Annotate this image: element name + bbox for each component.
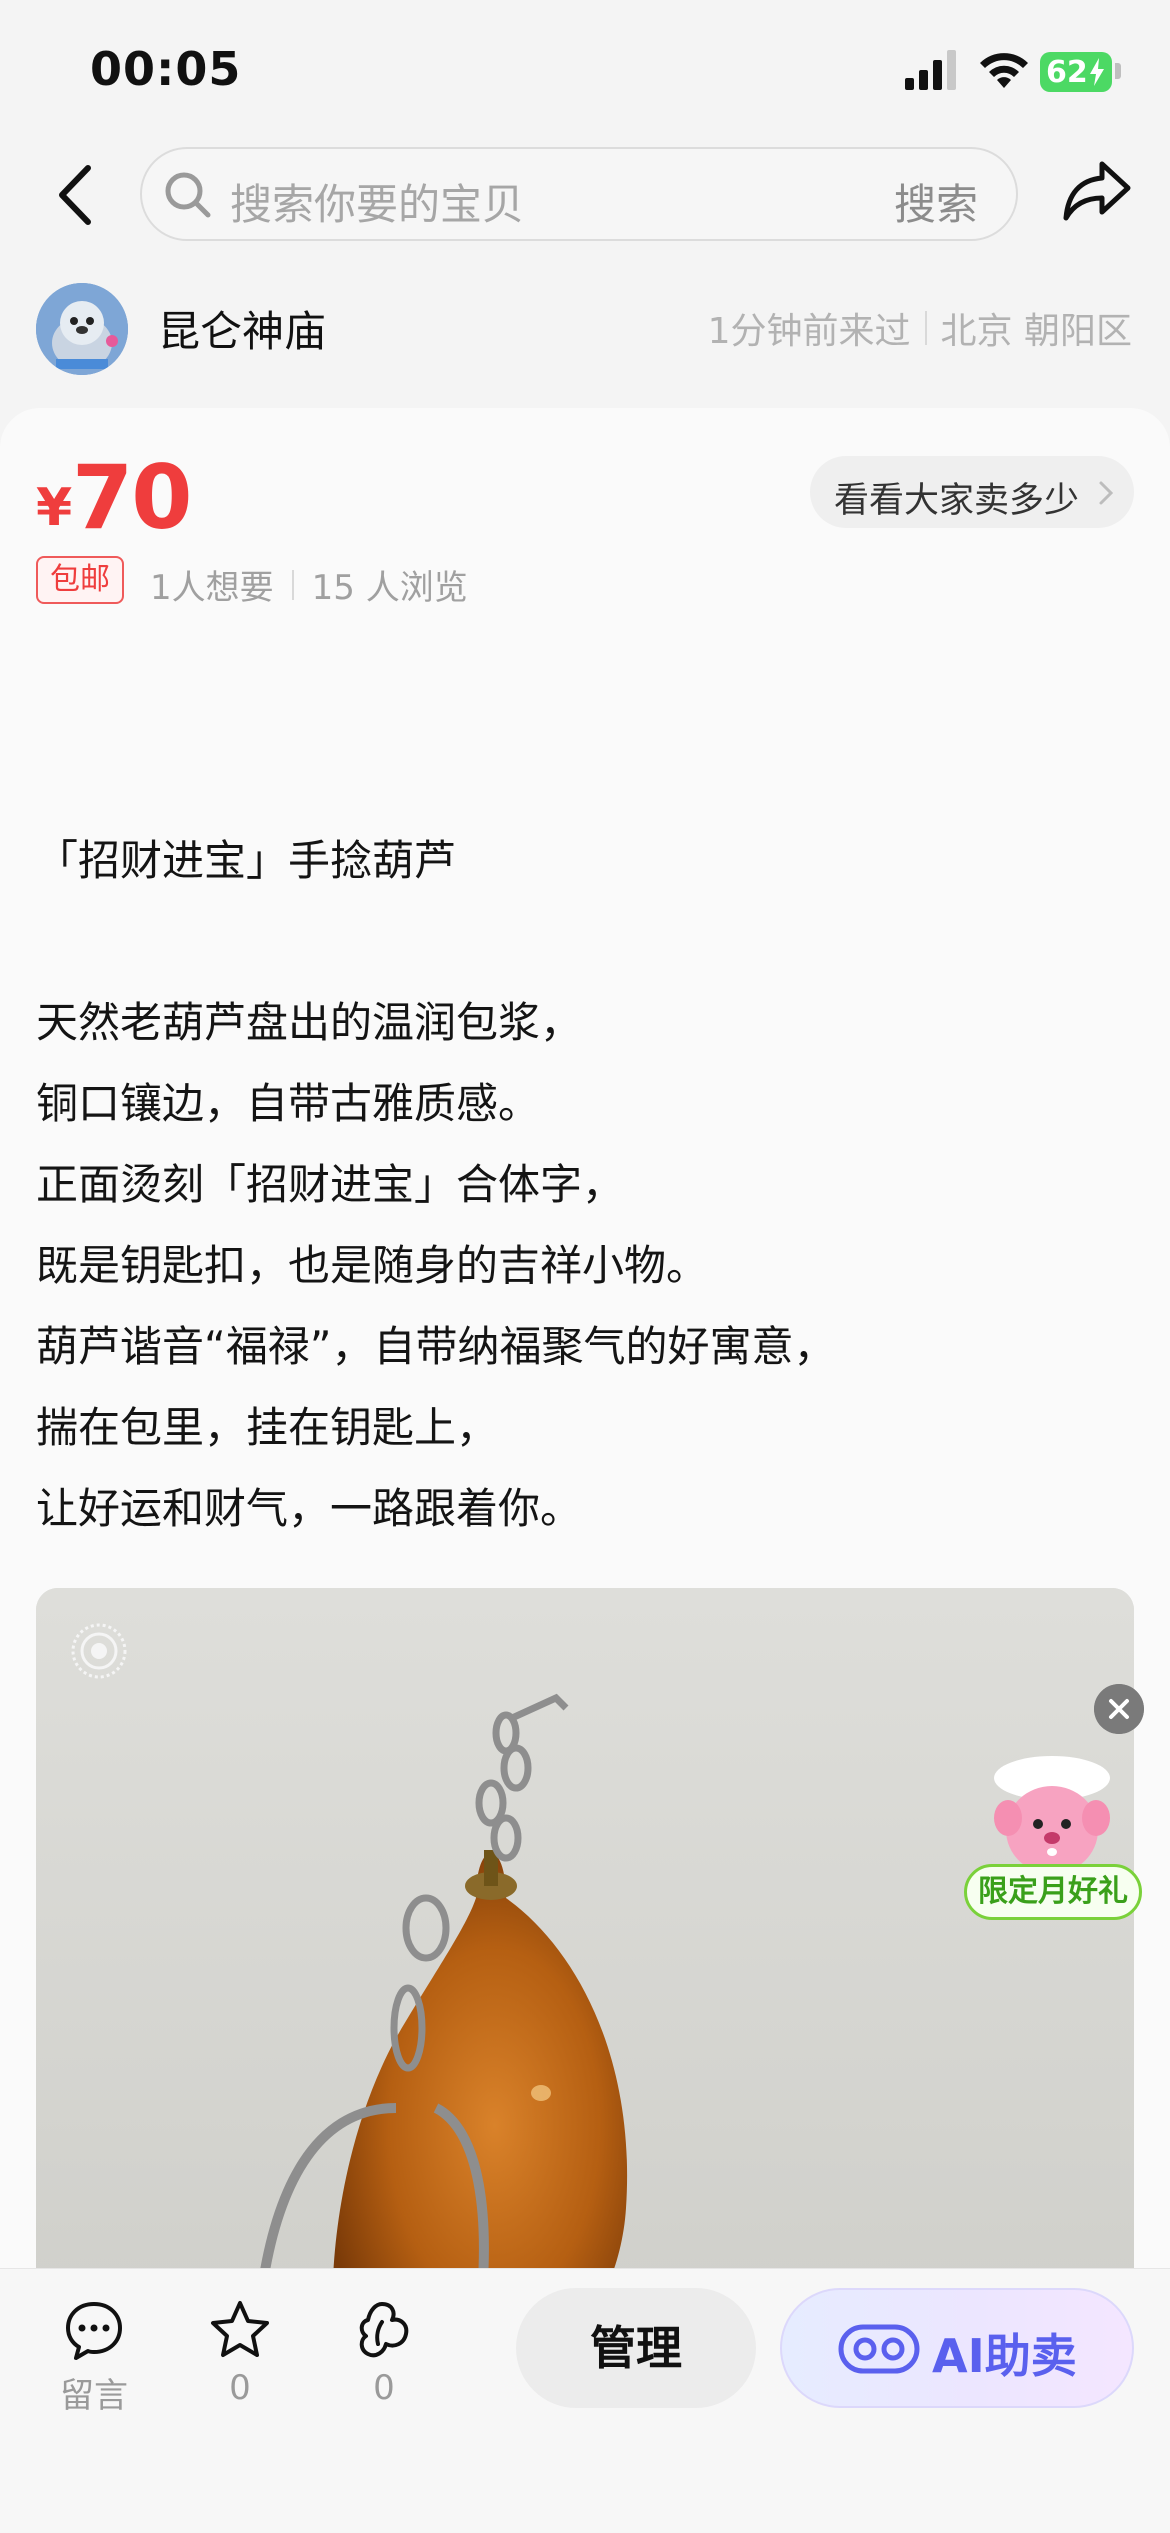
battery-cap [1115, 63, 1121, 79]
charging-bolt-icon [1090, 58, 1104, 86]
manage-button[interactable]: 管理 [516, 2288, 756, 2408]
description-line: 铜口镶边，自带古雅质感。 [36, 1079, 541, 1128]
description-line: 让好运和财气，一路跟着你。 [36, 1484, 583, 1533]
last-seen: 1分钟前来过 [707, 311, 911, 352]
free-shipping-badge: 包邮 [36, 556, 124, 604]
share-icon[interactable] [1062, 158, 1132, 222]
pink-mascot-icon[interactable] [982, 1748, 1122, 1878]
description-line: 「招财进宝」手捻葫芦 [36, 836, 457, 885]
view-count: 15 人浏览 [311, 568, 468, 608]
description-line: 天然老葫芦盘出的温润包浆， [36, 998, 583, 1047]
ai-sell-label: AI助卖 [932, 2329, 1077, 2383]
live-photo-icon[interactable] [70, 1622, 128, 1680]
product-photo[interactable] [36, 1588, 1134, 2348]
search-icon [165, 172, 211, 218]
seller-name[interactable]: 昆仑神庙 [158, 298, 326, 359]
seller-location: 北京 朝阳区 [940, 311, 1132, 352]
search-button[interactable]: 搜索 [894, 171, 978, 232]
chevron-right-icon [1099, 481, 1114, 505]
favorite-count: 0 [229, 2368, 251, 2408]
seller-avatar[interactable] [36, 283, 128, 375]
ai-sell-button[interactable]: AI助卖 [780, 2288, 1134, 2408]
search-input[interactable]: 搜索你要的宝贝 搜索 [140, 147, 1018, 241]
comment-icon [66, 2302, 122, 2360]
listing-stats: 1人想要 15 人浏览 [150, 560, 468, 609]
close-icon[interactable] [1094, 1684, 1144, 1734]
back-icon[interactable] [50, 160, 110, 230]
compare-prices-button[interactable]: 看看大家卖多少 [810, 456, 1134, 528]
currency-symbol: ¥ [36, 478, 73, 538]
promo-label[interactable]: 限定月好礼 [964, 1864, 1142, 1920]
compare-prices-label: 看看大家卖多少 [834, 481, 1080, 521]
description-line [36, 901, 1136, 982]
battery-icon: 62 [1040, 52, 1112, 92]
gourd-keychain-image [36, 1588, 1134, 2348]
comment-button[interactable]: 留言 [34, 2298, 154, 2417]
seal-mascot-icon [36, 283, 128, 375]
comment-label: 留言 [60, 2376, 128, 2416]
want-count: 1人想要 [150, 568, 274, 608]
listing-description: 「招财进宝」手捻葫芦 天然老葫芦盘出的温润包浆， 铜口镶边，自带古雅质感。 正面… [36, 820, 1136, 1549]
like-count: 0 [373, 2368, 395, 2408]
seller-meta: 1分钟前来过 北京 朝阳区 [708, 302, 1132, 354]
status-time: 00:05 [90, 42, 242, 96]
description-line: 既是钥匙扣，也是随身的吉祥小物。 [36, 1241, 709, 1290]
star-icon [211, 2301, 269, 2357]
description-line: 揣在包里，挂在钥匙上， [36, 1403, 499, 1452]
like-icon [359, 2302, 409, 2358]
divider [291, 569, 294, 600]
search-placeholder: 搜索你要的宝贝 [230, 180, 525, 229]
cellular-signal-icon [905, 50, 956, 90]
ai-assistant-icon [838, 2324, 920, 2374]
description-line: 葫芦谐音“福禄”，自带纳福聚气的好寓意， [36, 1322, 836, 1371]
description-line: 正面烫刻「招财进宝」合体字， [36, 1160, 625, 1209]
favorite-button[interactable]: 0 [180, 2298, 300, 2408]
divider [924, 311, 927, 345]
wifi-icon [980, 53, 1028, 88]
battery-level: 62 [1046, 55, 1088, 90]
price: 70 [72, 446, 192, 549]
like-button[interactable]: 0 [324, 2298, 444, 2408]
